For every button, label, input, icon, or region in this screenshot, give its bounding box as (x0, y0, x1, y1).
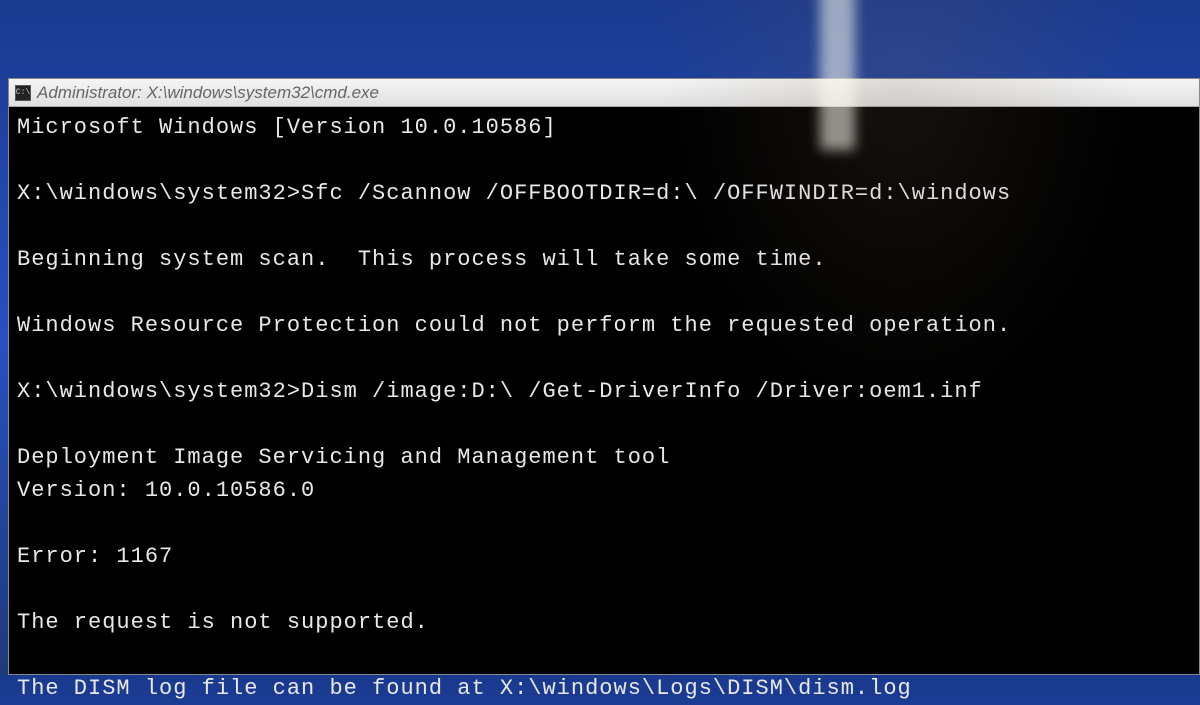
terminal-line: Error: 1167 (17, 540, 1191, 573)
terminal-line: The DISM log file can be found at X:\win… (17, 672, 1191, 705)
terminal-output[interactable]: Microsoft Windows [Version 10.0.10586] X… (9, 107, 1199, 674)
titlebar[interactable]: C:\ Administrator: X:\windows\system32\c… (9, 79, 1199, 107)
terminal-line: X:\windows\system32>Dism /image:D:\ /Get… (17, 375, 1191, 408)
terminal-blank (17, 144, 1191, 177)
cmd-icon: C:\ (15, 85, 31, 101)
window-title: Administrator: X:\windows\system32\cmd.e… (37, 83, 379, 103)
terminal-line: Deployment Image Servicing and Managemen… (17, 441, 1191, 474)
terminal-blank (17, 408, 1191, 441)
terminal-blank (17, 507, 1191, 540)
cmd-window: C:\ Administrator: X:\windows\system32\c… (8, 78, 1200, 675)
terminal-line: Version: 10.0.10586.0 (17, 474, 1191, 507)
terminal-blank (17, 573, 1191, 606)
terminal-blank (17, 342, 1191, 375)
terminal-blank (17, 276, 1191, 309)
terminal-line: X:\windows\system32>Sfc /Scannow /OFFBOO… (17, 177, 1191, 210)
terminal-line: Windows Resource Protection could not pe… (17, 309, 1191, 342)
terminal-line: Beginning system scan. This process will… (17, 243, 1191, 276)
terminal-blank (17, 210, 1191, 243)
terminal-line: The request is not supported. (17, 606, 1191, 639)
terminal-blank (17, 639, 1191, 672)
terminal-line: Microsoft Windows [Version 10.0.10586] (17, 111, 1191, 144)
